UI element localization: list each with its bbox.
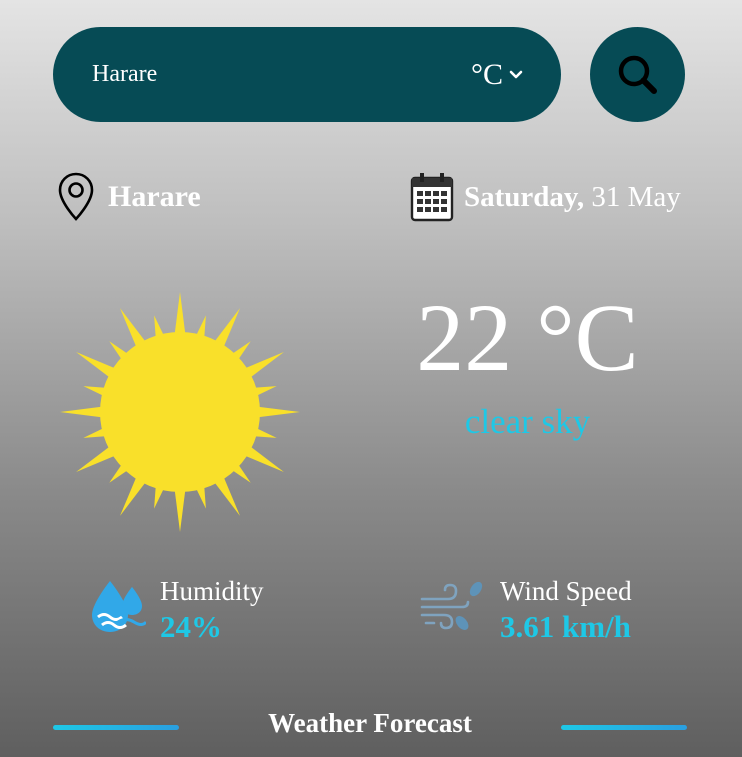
current-day: Saturday, bbox=[464, 180, 585, 213]
humidity-label: Humidity bbox=[160, 576, 264, 606]
current-day-date: 31 May bbox=[591, 180, 681, 213]
calendar-icon bbox=[410, 173, 454, 222]
wind-label: Wind Speed bbox=[500, 576, 632, 606]
location: Harare bbox=[58, 172, 201, 222]
date-block: Saturday, 31 May bbox=[410, 172, 681, 222]
forecast-title: Weather Forecast bbox=[268, 708, 472, 738]
location-name: Harare bbox=[108, 180, 201, 213]
weather-description: clear sky bbox=[464, 402, 591, 441]
search-button[interactable] bbox=[590, 27, 685, 122]
temperature: 22 °C bbox=[416, 284, 639, 391]
humidity-value: 24% bbox=[160, 609, 222, 645]
forecast-header: Weather Forecast bbox=[53, 708, 687, 744]
search-icon bbox=[618, 55, 657, 94]
unit-select-value: °C bbox=[470, 57, 503, 91]
current-date: Saturday, 31 May bbox=[464, 181, 681, 214]
humidity-icon bbox=[92, 581, 146, 632]
city-search-input[interactable] bbox=[92, 61, 471, 88]
wind-stat: Wind Speed 3.61 km/h bbox=[418, 575, 632, 648]
search-bar: °C bbox=[53, 27, 561, 122]
sun-icon bbox=[60, 292, 300, 532]
chevron-down-icon bbox=[509, 70, 523, 78]
forecast-divider-right bbox=[561, 725, 687, 730]
location-pin-icon bbox=[58, 172, 94, 221]
unit-select[interactable]: °C bbox=[471, 58, 523, 92]
wind-value: 3.61 km/h bbox=[500, 609, 631, 645]
humidity-stat: Humidity 24% bbox=[88, 575, 264, 648]
wind-icon bbox=[420, 581, 483, 630]
